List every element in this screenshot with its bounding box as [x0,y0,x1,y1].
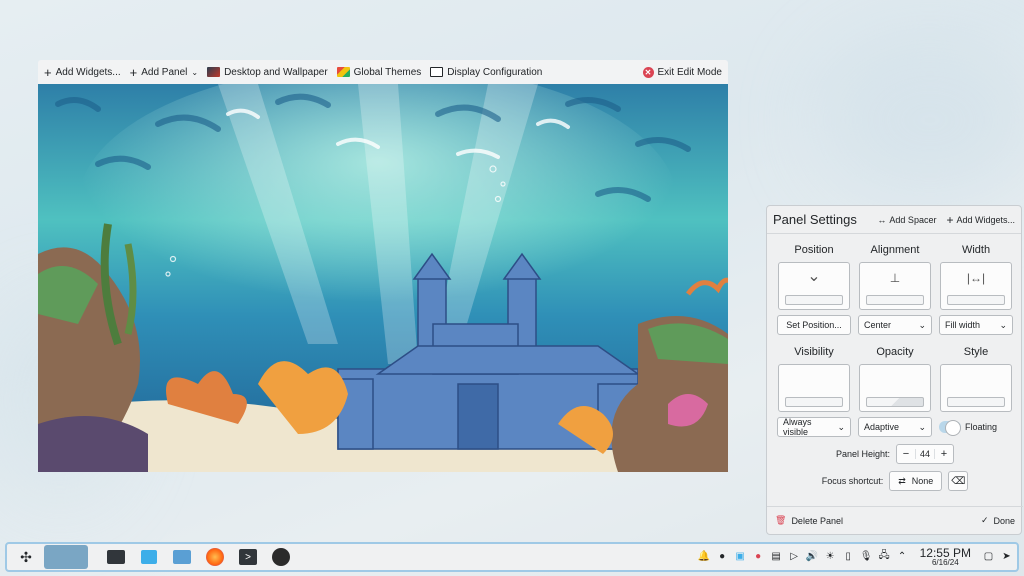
visibility-tile[interactable] [778,364,850,412]
chevron-up-icon[interactable]: ⌃ [896,551,909,562]
style-column: Style Floating [939,344,1013,437]
edit-mode-toolbar: + Add Widgets... + Add Panel ⌄ Desktop a… [38,60,728,84]
panel-settings-header: Panel Settings ↔ Add Spacer + Add Widget… [767,206,1021,234]
underwater-castle-wallpaper [38,84,728,472]
minus-icon[interactable]: − [897,448,915,460]
exit-edit-mode-button[interactable]: ✕ Exit Edit Mode [642,66,722,78]
clear-shortcut-button[interactable]: ⌫ [948,471,969,491]
monitor-icon [430,67,444,77]
add-widgets-panel-button[interactable]: + Add Widgets... [946,213,1015,227]
network-icon[interactable]: 🖧 [878,548,891,565]
floating-toggle[interactable]: Floating [939,417,1013,437]
wallpaper-preview [38,84,728,472]
display-icon[interactable]: ▣ [734,551,747,562]
system-tray: 🔔 ● ▣ ● ▤ ▷ 🔊 ☀ ▯ 🎙 🖧 ⌃ 12:55 PM 6/16/24… [698,546,1013,568]
chevron-down-icon: ⌄ [191,67,199,77]
backspace-icon: ⌫ [951,475,966,487]
volume-icon[interactable]: 🔊 [806,551,819,562]
chevron-down-icon: ⌄ [999,319,1007,330]
desktop-wallpaper-button[interactable]: Desktop and Wallpaper [207,67,328,78]
set-position-button[interactable]: Set Position... [777,315,851,335]
done-button[interactable]: ✓ Done [981,515,1015,526]
checkmark-icon: ✓ [980,515,989,525]
panel-settings-dialog: Panel Settings ↔ Add Spacer + Add Widget… [766,205,1023,535]
opacity-tile[interactable] [859,364,931,412]
bottom-panel: ✣ > 🔔 ● ▣ ● ▤ ▷ 🔊 ☀ ▯ 🎙 🖧 ⌃ 12:55 PM 6/1… [5,542,1019,572]
panel-height-row: Panel Height: − 44 + [767,444,1023,464]
chevron-down-icon: ⌄ [837,421,845,432]
close-icon: ✕ [642,66,654,78]
chevron-down-icon: ⌄ [918,421,926,432]
visibility-column: Visibility Always visible ⌄ [777,344,851,437]
opacity-select[interactable]: Adaptive ⌄ [858,417,932,437]
digital-clock[interactable]: 12:55 PM 6/16/24 [920,546,971,568]
terminal-icon[interactable] [101,545,131,569]
cursor-icon: ➤ [1002,551,1011,563]
plus-icon: + [946,212,954,227]
add-spacer-button[interactable]: ↔ Add Spacer [877,215,936,225]
position-column: Position ⌄ Set Position... [777,242,851,335]
clipboard-icon[interactable]: ▤ [770,551,783,562]
chevron-down-icon: ⌄ [918,319,926,330]
focus-shortcut-row: Focus shortcut: ⇄ None ⌫ [767,471,1023,491]
focus-shortcut-button[interactable]: ⇄ None [889,471,943,491]
display-config-button[interactable]: Display Configuration [430,67,542,78]
align-center-icon: ⊥ [889,271,901,285]
kickoff-icon[interactable]: ✣ [11,545,41,569]
show-desktop-icon[interactable]: ▢ [982,551,995,562]
wallpaper-icon [207,67,221,77]
dolphin-icon[interactable] [167,545,197,569]
visibility-select[interactable]: Always visible ⌄ [777,417,851,437]
obs-icon[interactable] [266,545,296,569]
alignment-select[interactable]: Center ⌄ [858,315,932,335]
width-tile[interactable]: |↔| [940,262,1012,310]
position-tile[interactable]: ⌄ [778,262,850,310]
width-select[interactable]: Fill width ⌄ [939,315,1013,335]
delete-panel-button[interactable]: 🗑 Delete Panel [775,515,843,526]
spacer-icon: ↔ [877,214,887,225]
steam-icon[interactable]: ● [716,551,729,562]
panel-settings-title: Panel Settings [773,212,857,227]
shortcut-icon: ⇄ [898,475,906,486]
bell-icon[interactable]: 🔔 [698,551,711,562]
record-icon[interactable]: ● [752,551,765,562]
alignment-tile[interactable]: ⊥ [859,262,931,310]
panel-settings-footer: 🗑 Delete Panel ✓ Done [767,506,1023,534]
microphone-icon[interactable]: 🎙 [860,551,873,562]
panel-height-spinbox[interactable]: − 44 + [896,444,955,464]
style-tile[interactable] [940,364,1012,412]
firefox-icon[interactable] [200,545,230,569]
opacity-column: Opacity Adaptive ⌄ [858,344,932,437]
width-column: Width |↔| Fill width ⌄ [939,242,1013,335]
konsole-icon[interactable]: > [233,545,263,569]
media-play-icon[interactable]: ▷ [788,551,801,562]
pager-icon[interactable] [44,545,88,569]
add-panel-button[interactable]: + Add Panel ⌄ [130,66,198,79]
trash-icon: 🗑 [775,515,787,525]
toggle-switch[interactable] [939,420,961,436]
fill-width-icon: |↔| [966,271,986,285]
global-themes-button[interactable]: Global Themes [336,67,421,78]
plus-icon[interactable]: + [935,448,953,460]
chevron-down-icon: ⌄ [807,268,821,285]
add-widgets-button[interactable]: + Add Widgets... [44,66,121,79]
alignment-column: Alignment ⊥ Center ⌄ [858,242,932,335]
plus-icon: + [44,64,52,80]
discover-icon[interactable] [134,545,164,569]
themes-icon [336,67,350,77]
brightness-icon[interactable]: ☀ [824,551,837,562]
battery-icon[interactable]: ▯ [842,551,855,562]
plus-icon: + [129,64,138,80]
